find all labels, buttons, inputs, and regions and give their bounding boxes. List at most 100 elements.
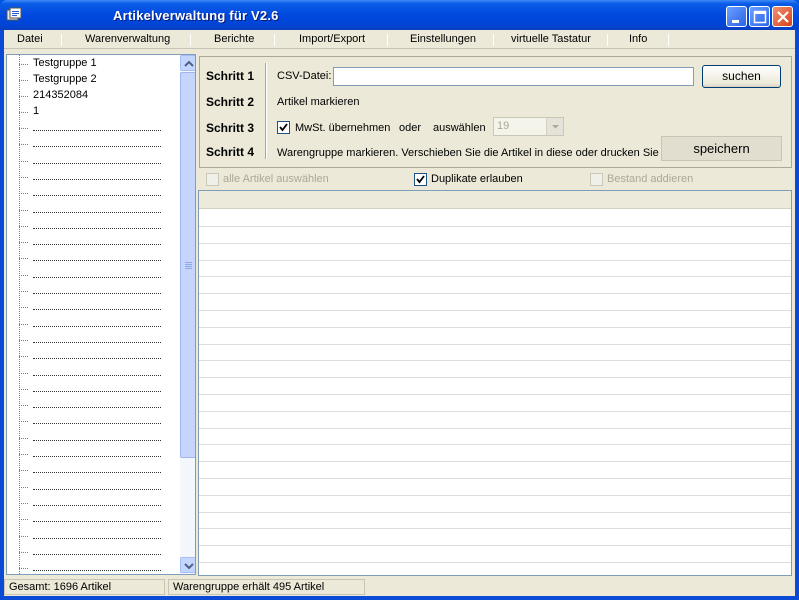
tree-item-empty[interactable]: [7, 348, 179, 364]
title-bar[interactable]: Artikelverwaltung für V2.6: [0, 0, 799, 30]
tree-item-empty[interactable]: [7, 283, 179, 299]
tree-item-placeholder: [33, 456, 161, 457]
select-label: auswählen: [433, 122, 486, 134]
tree-connector: [19, 372, 28, 374]
check-icon: [279, 123, 288, 132]
tree-item-empty[interactable]: [7, 185, 179, 201]
minimize-icon: [732, 20, 739, 23]
tree-item-placeholder: [33, 374, 161, 376]
save-button[interactable]: speichern: [661, 136, 782, 161]
add-stock-checkbox[interactable]: [590, 173, 603, 186]
tree-item-placeholder: [33, 211, 161, 213]
grid-row-line: [199, 343, 791, 345]
grid-row-line: [199, 410, 791, 412]
duplicates-checkbox[interactable]: [414, 173, 427, 186]
tree-item-empty[interactable]: [7, 528, 179, 544]
mwst-checkbox[interactable]: [277, 121, 290, 134]
tree-item-empty[interactable]: [7, 153, 179, 169]
tree-item[interactable]: 1: [7, 104, 179, 120]
tree-item-empty[interactable]: [7, 430, 179, 446]
grid-header: [199, 191, 791, 209]
grip-line: [185, 264, 192, 265]
tree-item-empty[interactable]: [7, 169, 179, 185]
tree-item-placeholder: [33, 390, 161, 392]
tree-item-empty[interactable]: [7, 381, 179, 397]
grip-line: [185, 262, 192, 263]
tree-connector: [19, 258, 28, 260]
tree-item-empty[interactable]: [7, 267, 179, 283]
article-grid[interactable]: [198, 190, 792, 576]
status-bar: Gesamt: 1696 Artikel Warengruppe erhält …: [4, 578, 795, 596]
tree-item-placeholder: [33, 276, 161, 278]
tree-item-empty[interactable]: [7, 120, 179, 136]
search-button[interactable]: suchen: [702, 65, 781, 88]
tree-item-empty[interactable]: [7, 495, 179, 511]
tree-item-empty[interactable]: [7, 413, 179, 429]
tree-item[interactable]: Testgruppe 1: [7, 56, 179, 72]
select-all-checkbox[interactable]: [206, 173, 219, 186]
tree-item-empty[interactable]: [7, 316, 179, 332]
vat-rate-dropdown-button[interactable]: [546, 118, 563, 135]
scroll-down-button[interactable]: [180, 557, 195, 573]
maximize-icon: [753, 10, 767, 24]
tree-item-empty[interactable]: [7, 365, 179, 381]
tree-item-placeholder: [33, 260, 161, 262]
tree-connector: [19, 470, 28, 472]
tree-item-empty[interactable]: [7, 332, 179, 348]
tree-item-empty[interactable]: [7, 560, 179, 574]
grid-row-line: [199, 259, 791, 261]
tree-item-empty[interactable]: [7, 218, 179, 234]
menu-separator: [387, 34, 388, 46]
chevron-down-icon: [552, 125, 559, 129]
menu-einstellungen[interactable]: Einstellungen: [410, 33, 476, 45]
step3-label: Schritt 3: [206, 121, 255, 135]
menu-import-export[interactable]: Import/Export: [299, 33, 365, 45]
menu-virtuelle-tastatur[interactable]: virtuelle Tastatur: [511, 33, 591, 45]
tree-item-empty[interactable]: [7, 234, 179, 250]
tree-connector: [19, 80, 28, 81]
step2-instruction: Artikel markieren: [277, 96, 360, 108]
step2-label: Schritt 2: [206, 95, 255, 109]
maximize-button[interactable]: [749, 6, 770, 27]
tree-item-empty[interactable]: [7, 299, 179, 315]
tree-connector: [19, 502, 28, 504]
scroll-thumb[interactable]: [180, 72, 195, 458]
tree-item-empty[interactable]: [7, 479, 179, 495]
menu-berichte[interactable]: Berichte: [214, 33, 254, 45]
tree-connector: [19, 388, 28, 390]
tree-item-placeholder: [33, 537, 161, 539]
tree-item-placeholder: [33, 309, 161, 311]
close-button[interactable]: [772, 6, 793, 27]
grid-row-line: [199, 360, 791, 362]
menu-info[interactable]: Info: [629, 33, 647, 45]
tree-item[interactable]: 214352084: [7, 88, 179, 104]
duplicates-label: Duplikate erlauben: [431, 173, 523, 185]
tree-item-empty[interactable]: [7, 544, 179, 560]
tree-item-empty[interactable]: [7, 446, 179, 462]
grid-row-line: [199, 545, 791, 547]
tree-item-empty[interactable]: [7, 250, 179, 266]
menu-separator: [61, 34, 62, 46]
menu-warenverwaltung[interactable]: Warenverwaltung: [85, 33, 170, 45]
vat-rate-select[interactable]: 19: [493, 117, 564, 136]
tree-item-empty[interactable]: [7, 462, 179, 478]
step4-instruction: Warengruppe markieren. Verschieben Sie d…: [277, 147, 659, 159]
tree-connector: [19, 225, 28, 227]
tree-item-empty[interactable]: [7, 136, 179, 152]
group-tree[interactable]: Testgruppe 1 Testgruppe 2 214352084 1: [6, 54, 196, 575]
tree-item[interactable]: Testgruppe 2: [7, 72, 179, 88]
minimize-button[interactable]: [726, 6, 747, 27]
menu-separator: [607, 34, 608, 46]
tree-connector: [19, 274, 28, 276]
tree-item-empty[interactable]: [7, 397, 179, 413]
mwst-checkbox-label: MwSt. übernehmen: [295, 122, 391, 134]
tree-item-placeholder: [33, 472, 161, 474]
add-stock-label: Bestand addieren: [607, 173, 694, 185]
tree-scrollbar[interactable]: [180, 55, 195, 574]
csv-file-input[interactable]: [333, 67, 694, 86]
tree-item-empty[interactable]: [7, 202, 179, 218]
menu-datei[interactable]: Datei: [17, 33, 43, 45]
tree-item-empty[interactable]: [7, 511, 179, 527]
scroll-up-button[interactable]: [180, 55, 195, 71]
tree-item-placeholder: [33, 162, 161, 164]
